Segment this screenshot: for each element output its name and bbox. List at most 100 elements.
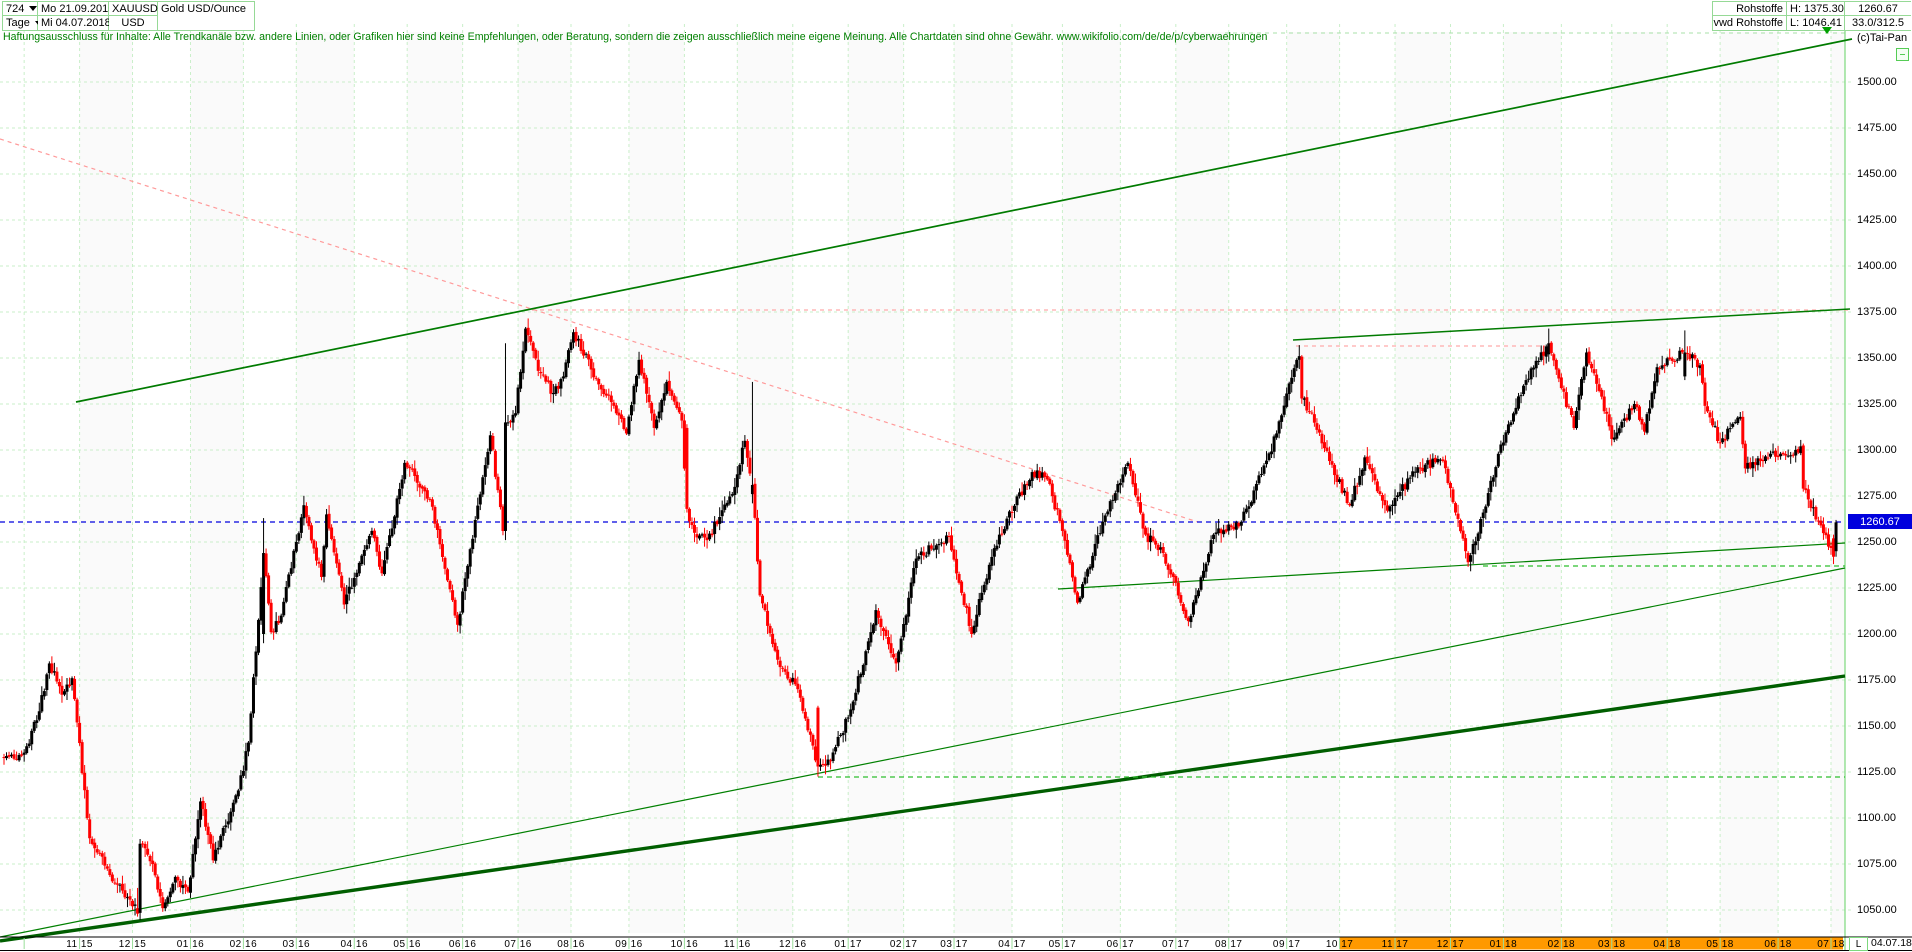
candle-body xyxy=(1139,502,1142,513)
candle-body xyxy=(1109,501,1112,511)
candle-body xyxy=(58,682,61,686)
candle-body xyxy=(1373,474,1376,480)
candle-body xyxy=(663,393,666,400)
candle-body xyxy=(1648,408,1651,413)
candle-body xyxy=(474,520,477,538)
candle-body xyxy=(827,759,830,764)
candle-body xyxy=(1446,469,1449,483)
candle-body xyxy=(1177,583,1180,596)
candle-body xyxy=(905,615,908,625)
candle-body xyxy=(748,458,751,474)
candle-body xyxy=(398,489,401,499)
candle-body xyxy=(1174,576,1177,583)
month-label: 07 16 xyxy=(504,939,532,950)
candle-body xyxy=(1179,595,1182,603)
candle-body xyxy=(209,834,212,844)
candle-body xyxy=(1827,534,1830,546)
candle-body xyxy=(229,812,232,823)
candle-body xyxy=(522,351,525,373)
candle-body xyxy=(35,720,38,723)
candle-body xyxy=(532,343,535,351)
candle-body xyxy=(1288,383,1291,394)
candle-body xyxy=(1184,610,1187,618)
candle-body xyxy=(459,614,462,626)
candle-body xyxy=(612,403,615,406)
month-label: 04 18 xyxy=(1653,939,1681,950)
month-band xyxy=(629,32,684,933)
header-left: 724 Mo 21.09.2015 XAUUSD Gold USD/Ounce … xyxy=(2,1,255,31)
candle-body xyxy=(1205,564,1208,572)
candle-body xyxy=(1378,491,1381,494)
bars-count-value: 724 xyxy=(6,3,24,15)
candle-body xyxy=(1210,540,1213,553)
candle-body xyxy=(413,468,416,476)
candle-body xyxy=(615,405,618,413)
candle-body xyxy=(879,619,882,627)
candle-body xyxy=(194,838,197,854)
candle-body xyxy=(154,863,157,875)
candle-body xyxy=(1436,459,1439,462)
collapse-box-icon[interactable] xyxy=(1896,48,1909,61)
candle-body xyxy=(1701,364,1704,383)
candle-body xyxy=(645,378,648,394)
candle-body xyxy=(542,375,545,376)
candle-body xyxy=(1409,478,1412,479)
candle-body xyxy=(55,672,58,682)
candle-body xyxy=(217,848,220,850)
candle-body xyxy=(144,844,147,848)
candle-body xyxy=(1058,510,1061,521)
candle-body xyxy=(678,407,681,412)
candle-body xyxy=(1600,390,1603,397)
price-axis-label: 1375.00 xyxy=(1857,306,1897,318)
period-dropdown[interactable]: Tage xyxy=(3,16,38,30)
candle-body xyxy=(854,693,857,701)
candle-body xyxy=(1323,442,1326,448)
candle-body xyxy=(108,869,111,875)
candle-body xyxy=(1814,507,1817,519)
candle-body xyxy=(388,535,391,546)
candle-body xyxy=(741,448,744,465)
candle-body xyxy=(1081,584,1084,598)
candle-body xyxy=(1257,475,1260,483)
candle-body xyxy=(960,582,963,593)
month-band xyxy=(737,32,792,933)
candle-body xyxy=(1522,386,1525,394)
candle-body xyxy=(892,654,895,658)
candle-body xyxy=(239,775,242,789)
candle-body xyxy=(471,539,474,549)
candle-body xyxy=(164,902,167,908)
candle-body xyxy=(416,475,419,483)
candle-body xyxy=(902,624,905,637)
candle-body xyxy=(282,602,285,616)
candle-body xyxy=(1137,496,1140,500)
candle-body xyxy=(900,639,903,652)
price-axis-label: 1125.00 xyxy=(1857,766,1896,778)
candle-body xyxy=(393,516,396,528)
month-label: 02 18 xyxy=(1548,939,1576,950)
candle-body xyxy=(1270,451,1273,454)
candle-body xyxy=(1273,436,1276,451)
candle-body xyxy=(1326,448,1329,451)
candle-body xyxy=(1016,496,1019,505)
candle-body xyxy=(1709,412,1712,417)
candle-body xyxy=(1462,531,1465,539)
candle-body xyxy=(189,877,192,892)
copyright-label: (c)Tai-Pan xyxy=(1857,32,1907,44)
candle-body xyxy=(466,566,469,579)
candle-body xyxy=(78,723,81,743)
candle-body xyxy=(1406,478,1409,489)
candle-body xyxy=(935,545,938,549)
candle-body xyxy=(1452,489,1455,502)
price-axis-label: 1350.00 xyxy=(1857,352,1897,364)
candle-body xyxy=(698,536,701,539)
bars-count-dropdown[interactable]: 724 xyxy=(3,2,38,16)
candle-body xyxy=(1255,484,1258,491)
candle-body xyxy=(885,630,888,636)
candle-body xyxy=(811,735,814,746)
month-band xyxy=(1395,32,1450,933)
last-price-axis-label: 1260.67 xyxy=(1848,514,1912,529)
candle-body xyxy=(13,754,16,758)
month-band xyxy=(1503,32,1561,933)
candle-body xyxy=(1484,506,1487,512)
candle-body xyxy=(1192,602,1195,614)
